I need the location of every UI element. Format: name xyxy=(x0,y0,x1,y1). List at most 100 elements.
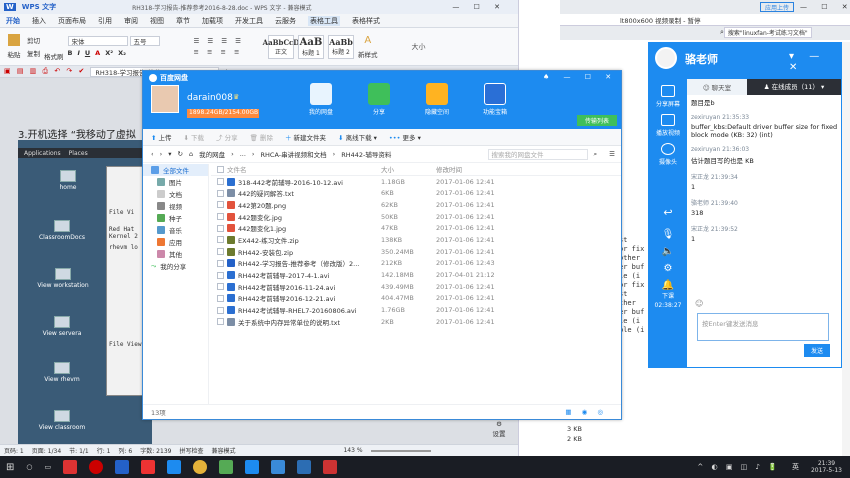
style-h1[interactable]: AaB 标题 1 xyxy=(298,34,325,59)
side-videos[interactable]: 视频 xyxy=(143,200,208,212)
menu-layout[interactable]: 页面布局 xyxy=(58,16,86,26)
back-icon[interactable]: ‹ xyxy=(151,150,154,158)
undo-icon[interactable]: ↩ xyxy=(649,206,687,219)
avatar[interactable] xyxy=(151,85,179,113)
table-row[interactable]: RH442考试辅导-RHEL7-20160806.avi 1.76GB 2017-0… xyxy=(211,304,621,316)
side-docs[interactable]: 文档 xyxy=(143,188,208,200)
menu-ref[interactable]: 引用 xyxy=(98,16,112,26)
side-all-files[interactable]: 全部文件 xyxy=(143,164,208,176)
side-music[interactable]: 音乐 xyxy=(143,224,208,236)
style-h2[interactable]: AaBb 标题 2 xyxy=(328,34,355,59)
format-painter-button[interactable]: 格式刷 xyxy=(44,51,64,61)
col-name[interactable]: 文件名 xyxy=(227,164,247,174)
nav-hidden[interactable]: 隐藏空间 xyxy=(419,83,455,116)
menu-review[interactable]: 审阅 xyxy=(124,16,138,26)
chat-input[interactable]: 按Enter键发送消息 xyxy=(697,313,829,341)
row-checkbox[interactable] xyxy=(217,213,224,221)
dropdown-icon[interactable]: ▾ xyxy=(168,150,171,158)
style-normal[interactable]: AaBbCcD 正文 xyxy=(263,34,299,59)
table-row[interactable]: 442题变化1.jpg 47KB 2017-01-06 12:41 xyxy=(211,222,621,234)
chrome-icon[interactable] xyxy=(193,460,208,474)
menu-table-style[interactable]: 表格样式 xyxy=(352,16,380,26)
app-icon[interactable] xyxy=(141,460,156,474)
table-row[interactable]: 442的疑问解答.txt 6KB 2017-01-06 12:41 xyxy=(211,187,621,199)
forward-icon[interactable]: › xyxy=(160,150,163,158)
tab-chatroom[interactable]: ☺ 聊天室 xyxy=(687,82,747,92)
camera-button[interactable]: 摄像头 xyxy=(649,143,687,166)
more-button[interactable]: ••• 更多 ▾ xyxy=(389,132,421,142)
footer-icons[interactable]: ▦ ◉ ◎ xyxy=(565,408,607,416)
menu-view[interactable]: 视图 xyxy=(150,16,164,26)
file-name[interactable]: RH442考前辅导2016-12-21.avi xyxy=(238,293,335,303)
wps-app-name[interactable]: WPS 文字 xyxy=(22,2,56,12)
file-name[interactable]: EX442-练习文件.zip xyxy=(238,235,299,245)
tab-online[interactable]: ♟ 在线成员（11） ▾ xyxy=(747,79,841,95)
breadcrumb-3[interactable]: RH442-辅导资料 xyxy=(341,149,391,159)
delete-button[interactable]: 🗑 删除 xyxy=(250,132,273,142)
font-size-select[interactable]: 五号 xyxy=(129,36,160,46)
table-row[interactable]: EX442-练习文件.zip 138KB 2017-01-06 12:41 xyxy=(211,234,621,246)
upload-button[interactable]: 应用上传 xyxy=(760,2,795,12)
row-checkbox[interactable] xyxy=(217,201,224,209)
zoom-slider[interactable] xyxy=(370,449,431,452)
search-input[interactable]: 搜索我的网盘文件 xyxy=(487,148,588,160)
browser-search[interactable]: 搜索"linuxfan-考试练习文档" xyxy=(723,26,812,38)
menu-start[interactable]: 开始 xyxy=(6,16,20,26)
row-checkbox[interactable] xyxy=(217,294,224,302)
cut-button[interactable]: 剪切 xyxy=(27,35,40,45)
app-icon[interactable] xyxy=(219,460,234,474)
list-view-icon[interactable]: ☰ xyxy=(609,150,615,158)
emoji-icon[interactable]: ☺ xyxy=(695,299,703,308)
file-name[interactable]: 318-442考前辅导-2016-10-12.avi xyxy=(238,177,343,187)
app-icon[interactable] xyxy=(115,460,130,474)
app-icon[interactable] xyxy=(167,460,182,474)
side-images[interactable]: 图片 xyxy=(143,176,208,188)
address-bar[interactable]: lt800x600 视频录制 - 暂停 xyxy=(620,15,701,25)
username[interactable]: darain008 xyxy=(187,93,233,103)
file-name[interactable]: 442题变化.jpg xyxy=(238,212,282,222)
speaker-icon[interactable]: 🔈 xyxy=(649,246,687,257)
row-checkbox[interactable] xyxy=(217,189,224,197)
col-time[interactable]: 修改时间 xyxy=(436,164,536,174)
menu-dev[interactable]: 开发工具 xyxy=(235,16,263,26)
table-row[interactable]: RH442-安装包.zip 350.24MB 2017-01-06 12:41 xyxy=(211,246,621,258)
app-icon[interactable] xyxy=(89,460,104,474)
file-name[interactable]: 关于系统中内存异常单位的说明.txt xyxy=(238,317,340,327)
table-row[interactable]: 关于系统中内存异常单位的说明.txt 2KB 2017-01-06 12:41 xyxy=(211,316,621,328)
nav-share[interactable]: 分享 xyxy=(361,83,397,116)
file-name[interactable]: RH442考前辅导2016-11-24.avi xyxy=(238,282,335,292)
row-checkbox[interactable] xyxy=(217,306,224,314)
file-name[interactable]: 442第20题.png xyxy=(238,200,286,210)
row-checkbox[interactable] xyxy=(217,236,224,244)
row-checkbox[interactable] xyxy=(217,248,224,256)
table-row[interactable]: 318-442考前辅导-2016-10-12.avi 1.18GB 2017-01-… xyxy=(211,176,621,188)
ime-indicator[interactable]: 英 xyxy=(792,462,799,472)
row-checkbox[interactable] xyxy=(217,283,224,291)
upload-button[interactable]: ⬆ 上传 xyxy=(151,132,172,142)
window-controls[interactable]: — ☐ ✕ xyxy=(800,3,850,11)
end-class-button[interactable]: 🔔 下课 xyxy=(649,280,687,300)
nav-tools[interactable]: 功能宝箱 xyxy=(477,83,513,116)
new-style-button[interactable]: A 新样式 xyxy=(358,35,378,59)
select-all-checkbox[interactable] xyxy=(217,165,224,173)
mic-icon[interactable]: 🎙 xyxy=(649,229,687,240)
file-name[interactable]: RH442-安装包.zip xyxy=(238,247,293,257)
font-format-buttons[interactable]: B I U A X² X₂ xyxy=(68,49,160,57)
download-button[interactable]: ⬇ 下载 xyxy=(184,132,205,142)
window-controls[interactable]: ▾ — ✕ xyxy=(789,51,841,73)
zoom-level[interactable]: 143 % xyxy=(343,447,362,454)
row-checkbox[interactable] xyxy=(217,318,224,326)
side-other[interactable]: 其他 xyxy=(143,248,208,260)
window-controls[interactable]: — ☐ ✕ xyxy=(452,3,506,11)
table-row[interactable]: RH442考前辅导2016-12-21.avi 404.47MB 2017-01-0… xyxy=(211,293,621,305)
copy-button[interactable]: 复制 xyxy=(27,48,40,58)
side-apps[interactable]: 应用 xyxy=(143,236,208,248)
side-torrents[interactable]: 种子 xyxy=(143,212,208,224)
table-row[interactable]: RH442考前辅导2016-11-24.avi 439.49MB 2017-01-0… xyxy=(211,281,621,293)
window-controls[interactable]: ♠ — ☐ ✕ xyxy=(543,73,617,81)
file-name[interactable]: RH442考前辅导-2017-4-1.avi xyxy=(238,270,329,280)
file-name[interactable]: 442的疑问解答.txt xyxy=(238,188,294,198)
col-size[interactable]: 大小 xyxy=(381,164,436,174)
menu-chapter[interactable]: 章节 xyxy=(176,16,190,26)
start-icon[interactable]: ⊞ xyxy=(6,462,14,473)
